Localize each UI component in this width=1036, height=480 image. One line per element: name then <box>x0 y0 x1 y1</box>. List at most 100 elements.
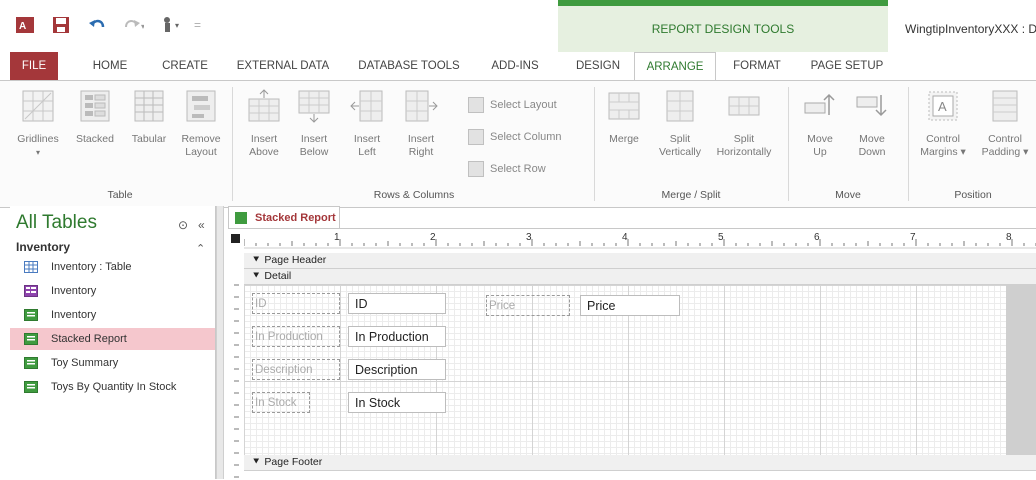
nav-menu-chevron-icon[interactable]: ⊙ <box>178 218 188 232</box>
nav-item-label: Toys By Quantity In Stock <box>51 381 177 393</box>
tab-format[interactable]: FORMAT <box>722 52 792 80</box>
tab-page-setup[interactable]: PAGE SETUP <box>802 52 892 80</box>
insert-below-icon <box>298 90 330 123</box>
split-vertically-label-2: Vertically <box>658 146 701 158</box>
insert-above-button[interactable]: Insert Above <box>244 89 284 159</box>
nav-collapse-icon[interactable]: « <box>198 218 205 232</box>
access-app-icon[interactable]: A <box>14 14 36 36</box>
tab-file[interactable]: FILE <box>10 52 58 80</box>
document-tab-label: Stacked Report <box>255 212 336 224</box>
group-label-table: Table <box>107 189 133 201</box>
nav-item-label: Inventory <box>51 309 97 321</box>
nav-item-label: Stacked Report <box>51 333 127 345</box>
ruler-number: 5 <box>718 232 724 243</box>
textbox-in-stock[interactable]: In Stock <box>348 392 446 413</box>
select-layout-button[interactable]: Select Layout <box>468 97 557 113</box>
label-in-production[interactable]: In Production <box>252 326 340 347</box>
report-selector[interactable] <box>231 234 240 243</box>
ribbon-divider <box>788 87 789 201</box>
touch-mode-icon[interactable]: ▾ <box>158 14 180 36</box>
tab-arrange[interactable]: ARRANGE <box>634 52 716 82</box>
page-header-section-bar[interactable]: ⯆ Page Header <box>244 253 1036 269</box>
insert-left-icon <box>350 90 383 122</box>
nav-group-inventory[interactable]: Inventory <box>16 240 70 254</box>
split-vertically-label-1: Split <box>669 133 691 145</box>
nav-item-stacked-report[interactable]: Stacked Report <box>10 328 215 350</box>
tab-external-data[interactable]: EXTERNAL DATA <box>230 52 336 80</box>
tab-home[interactable]: HOME <box>80 52 140 80</box>
section-arrow-icon: ⯆ <box>252 456 261 468</box>
split-vertically-button[interactable]: Split Vertically <box>654 89 706 159</box>
nav-pane-title[interactable]: All Tables <box>16 212 97 234</box>
report-icon <box>24 357 38 369</box>
customize-qat-icon[interactable]: = <box>194 18 201 32</box>
tabular-button[interactable]: Tabular <box>124 89 174 146</box>
label-description[interactable]: Description <box>252 359 340 380</box>
move-down-button[interactable]: Move Down <box>852 89 892 159</box>
stacked-button[interactable]: Stacked <box>72 89 118 146</box>
move-up-button[interactable]: Move Up <box>800 89 840 159</box>
nav-item-label: Inventory <box>51 285 97 297</box>
textbox-id[interactable]: ID <box>348 293 446 314</box>
collapse-group-icon[interactable]: ⌃ <box>196 242 205 255</box>
label-price[interactable]: Price <box>486 295 570 316</box>
nav-item-inventory-report[interactable]: Inventory <box>10 304 215 326</box>
tabular-label: Tabular <box>131 133 167 145</box>
report-icon <box>24 381 38 393</box>
ruler-number: 2 <box>430 232 436 243</box>
gridlines-button[interactable]: Gridlines ▾ <box>14 89 62 159</box>
move-up-label-2: Up <box>813 146 827 158</box>
remove-layout-button[interactable]: Remove Layout <box>176 89 226 159</box>
insert-left-label-2: Left <box>358 146 376 158</box>
detail-section-bar[interactable]: ⯆ Detail <box>244 269 1036 285</box>
split-horizontally-button[interactable]: Split Horizontally <box>710 89 778 159</box>
control-padding-icon <box>992 90 1018 122</box>
split-vertically-icon <box>666 90 694 122</box>
move-down-icon <box>856 95 887 117</box>
label-id[interactable]: ID <box>252 293 340 314</box>
tab-add-ins[interactable]: ADD-INS <box>482 52 548 80</box>
control-padding-button[interactable]: Control Padding ▾ <box>976 89 1034 159</box>
tab-create[interactable]: CREATE <box>150 52 220 80</box>
tab-design[interactable]: DESIGN <box>566 52 630 80</box>
save-icon[interactable] <box>50 14 72 36</box>
select-row-button[interactable]: Select Row <box>468 161 546 177</box>
select-column-button[interactable]: Select Column <box>468 129 562 145</box>
document-tab-stacked-report[interactable]: Stacked Report <box>228 206 340 229</box>
nav-item-inventory-form[interactable]: Inventory <box>10 280 215 302</box>
ruler-number: 8 <box>1006 232 1012 243</box>
undo-icon[interactable] <box>86 14 108 36</box>
nav-item-toy-summary[interactable]: Toy Summary <box>10 352 215 374</box>
nav-item-toys-by-quantity[interactable]: Toys By Quantity In Stock <box>10 376 215 398</box>
redo-icon[interactable]: ▾ <box>122 14 144 36</box>
report-icon <box>24 333 38 345</box>
textbox-description[interactable]: Description <box>348 359 446 380</box>
textbox-in-production[interactable]: In Production <box>348 326 446 347</box>
group-label-move: Move <box>835 189 861 201</box>
control-margins-label-2: Margins <box>920 146 958 158</box>
insert-right-button[interactable]: Insert Right <box>402 89 440 159</box>
textbox-price[interactable]: Price <box>580 295 680 316</box>
ribbon: Gridlines ▾ Stacked Tabular Remove Layou… <box>0 80 1036 208</box>
ribbon-divider <box>908 87 909 201</box>
pane-splitter[interactable] <box>216 206 224 479</box>
horizontal-ruler: 1 2 3 4 5 6 7 8 <box>244 229 1036 249</box>
tab-database-tools[interactable]: DATABASE TOOLS <box>348 52 470 80</box>
merge-button[interactable]: Merge <box>604 89 644 146</box>
split-horizontally-icon <box>728 96 760 116</box>
move-up-icon <box>804 93 835 115</box>
svg-text:A: A <box>19 21 26 32</box>
insert-left-label-1: Insert <box>353 133 381 145</box>
page-footer-section-bar[interactable]: ⯆ Page Footer <box>244 455 1036 471</box>
report-design-surface: 1 2 3 4 5 6 7 8 ⯆ Page Header ⯆ Detail ID … <box>228 228 1036 480</box>
insert-below-button[interactable]: Insert Below <box>294 89 334 159</box>
section-arrow-icon: ⯆ <box>252 254 261 266</box>
stacked-label: Stacked <box>76 133 114 145</box>
control-margins-button[interactable]: A Control Margins ▾ <box>914 89 972 159</box>
nav-item-inventory-table[interactable]: Inventory : Table <box>10 256 215 278</box>
insert-left-button[interactable]: Insert Left <box>348 89 386 159</box>
label-in-stock[interactable]: In Stock <box>252 392 310 413</box>
ribbon-tabs: FILE HOME CREATE EXTERNAL DATA DATABASE … <box>0 52 1036 82</box>
ruler-number: 1 <box>334 232 340 243</box>
table-icon <box>24 261 38 273</box>
